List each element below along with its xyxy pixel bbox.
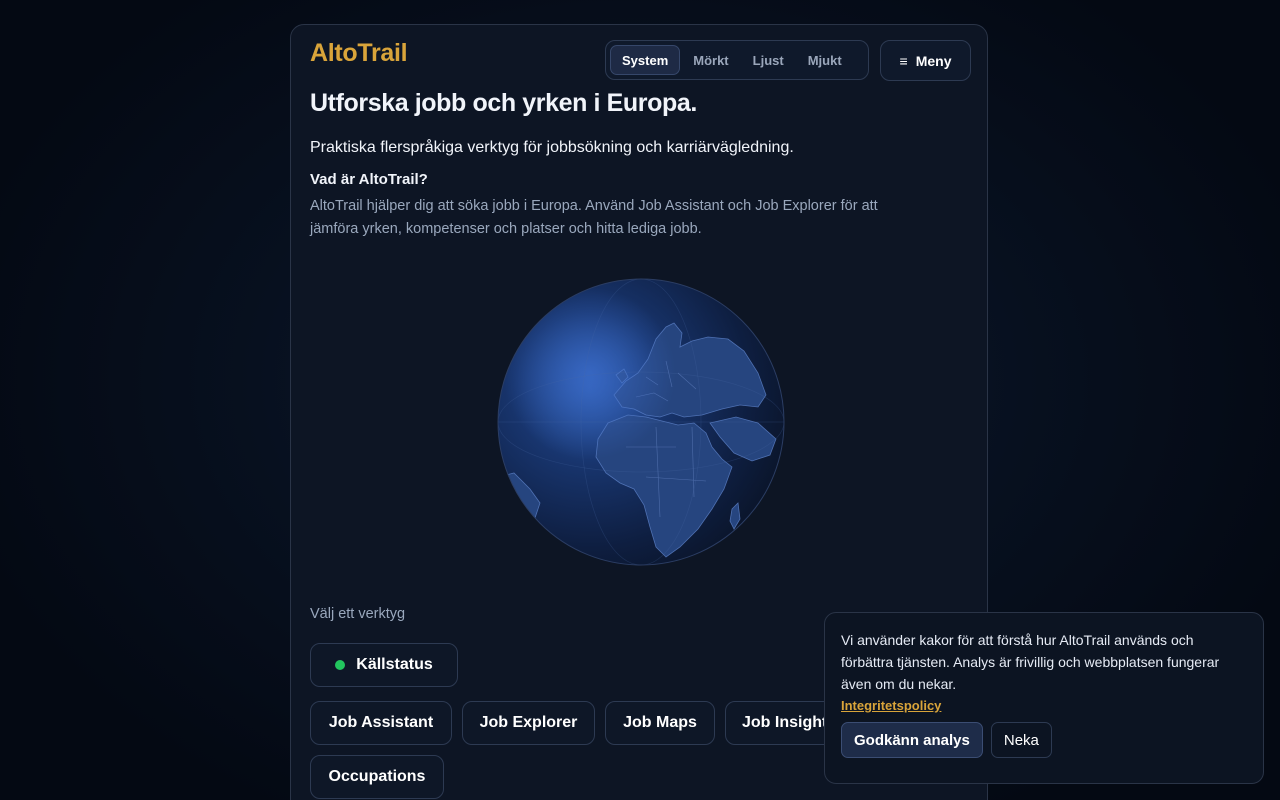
tool-occupations[interactable]: Occupations bbox=[310, 755, 444, 799]
page-title: Utforska jobb och yrken i Europa. bbox=[310, 89, 697, 117]
cookie-actions: Godkänn analys Neka bbox=[841, 722, 1247, 758]
theme-option-light[interactable]: Ljust bbox=[742, 45, 795, 75]
theme-option-dark[interactable]: Mörkt bbox=[682, 45, 739, 75]
brand-logo[interactable]: AltoTrail bbox=[310, 39, 408, 68]
theme-option-system[interactable]: System bbox=[610, 45, 681, 75]
tool-job-maps[interactable]: Job Maps bbox=[605, 701, 715, 745]
source-status-button[interactable]: Källstatus bbox=[310, 643, 458, 687]
page-lead: Praktiska flerspråkiga verktyg för jobbs… bbox=[310, 139, 794, 156]
tools-label: Välj ett verktyg bbox=[310, 606, 406, 622]
decline-button[interactable]: Neka bbox=[990, 722, 1052, 758]
privacy-policy-link[interactable]: Integritetspolicy bbox=[841, 698, 941, 713]
globe-europe-illustration bbox=[497, 278, 785, 566]
theme-switcher: System Mörkt Ljust Mjukt bbox=[605, 40, 869, 80]
tool-job-assistant[interactable]: Job Assistant bbox=[310, 701, 452, 745]
about-text: AltoTrail hjälper dig att söka jobb i Eu… bbox=[310, 198, 878, 237]
cookie-banner: Vi använder kakor för att förstå hur Alt… bbox=[824, 612, 1264, 784]
menu-label: Meny bbox=[915, 52, 952, 69]
hamburger-icon: ≡ bbox=[899, 52, 908, 69]
status-dot-icon bbox=[335, 660, 346, 670]
menu-button[interactable]: ≡ Meny bbox=[880, 40, 971, 81]
source-status-label: Källstatus bbox=[356, 656, 433, 673]
cookie-text: Vi använder kakor för att förstå hur Alt… bbox=[841, 632, 1220, 692]
theme-option-soft[interactable]: Mjukt bbox=[797, 45, 853, 75]
tool-job-explorer[interactable]: Job Explorer bbox=[462, 701, 595, 745]
accept-analytics-button[interactable]: Godkänn analys bbox=[841, 722, 983, 758]
about-heading: Vad är AltoTrail? bbox=[310, 171, 428, 188]
